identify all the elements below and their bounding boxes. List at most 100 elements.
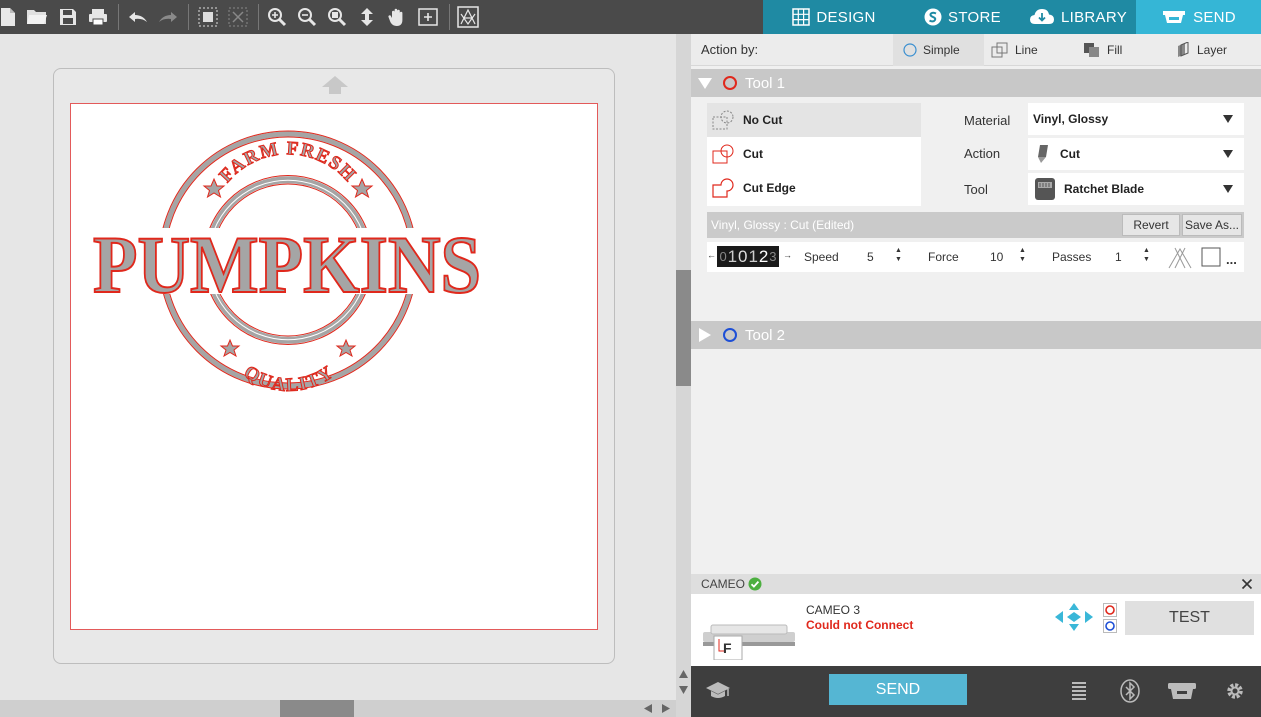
scroll-right-icon[interactable] xyxy=(660,703,672,717)
cutter-machine-icon[interactable] xyxy=(1167,681,1197,704)
zoom-selection-icon[interactable] xyxy=(325,5,349,29)
horizontal-scroll-thumb[interactable] xyxy=(280,700,354,717)
blade-icon xyxy=(1034,144,1052,164)
no-cut-icon xyxy=(711,109,737,131)
bluetooth-icon[interactable] xyxy=(1120,679,1140,706)
tab-design[interactable]: DESIGN xyxy=(763,0,905,34)
move-arrows-icon[interactable] xyxy=(1054,602,1094,632)
store-s-icon xyxy=(924,8,942,26)
redo-icon[interactable] xyxy=(156,5,180,29)
speed-input[interactable]: 5 xyxy=(867,248,897,266)
vertical-scroll-thumb[interactable] xyxy=(676,270,691,386)
scroll-left-icon[interactable] xyxy=(642,703,654,717)
graduation-cap-icon[interactable] xyxy=(705,681,731,704)
design-bottom-text: QUALITY xyxy=(240,362,338,397)
undo-icon[interactable] xyxy=(126,5,150,29)
send-button[interactable]: SEND xyxy=(829,674,967,705)
zoom-out-icon[interactable] xyxy=(295,5,319,29)
passes-stepper-icon[interactable]: ▲ ▼ xyxy=(1143,246,1150,264)
cut-option-cut-label: Cut xyxy=(743,147,763,161)
collapse-triangle-icon[interactable] xyxy=(697,76,713,90)
tool-1-label: Tool 1 xyxy=(745,74,786,92)
layer-mode-icon xyxy=(1175,42,1191,58)
tool-1-header[interactable]: Tool 1 xyxy=(691,69,1261,97)
chevron-down-icon xyxy=(1222,183,1234,197)
print-icon[interactable] xyxy=(86,5,110,29)
track-enhancing-checkbox[interactable] xyxy=(1201,247,1221,270)
settings-gear-icon[interactable] xyxy=(1225,681,1245,704)
check-circle-icon xyxy=(748,577,762,591)
vertical-scrollbar[interactable] xyxy=(676,34,691,717)
tool-dropdown[interactable]: Ratchet Blade xyxy=(1028,173,1244,205)
close-icon[interactable] xyxy=(1241,578,1253,590)
material-dropdown[interactable]: Vinyl, Glossy xyxy=(1028,103,1244,135)
tab-send[interactable]: SEND xyxy=(1136,0,1261,34)
trace-icon[interactable] xyxy=(456,5,480,29)
speed-stepper-icon[interactable]: ▲ ▼ xyxy=(895,246,902,264)
list-view-icon[interactable] xyxy=(1071,681,1087,704)
chevron-down-icon xyxy=(1222,148,1234,162)
save-icon[interactable] xyxy=(56,5,80,29)
cut-settings-row: ← 0 1 0 1 2 3 → Speed 5 ▲ ▼ Force 10 ▲ ▼ P… xyxy=(707,242,1244,272)
pan-hand-icon[interactable] xyxy=(385,5,409,29)
more-settings-button[interactable]: ... xyxy=(1226,252,1237,267)
tool-selector[interactable] xyxy=(1103,603,1117,633)
force-label: Force xyxy=(928,250,959,264)
test-button[interactable]: TEST xyxy=(1125,601,1254,635)
material-label: Material xyxy=(964,113,1011,128)
add-page-icon[interactable] xyxy=(416,5,440,29)
passes-label: Passes xyxy=(1052,250,1092,264)
scroll-down-icon[interactable] xyxy=(678,684,689,699)
toolbar-separator xyxy=(258,4,259,30)
action-layer-label: Layer xyxy=(1197,43,1228,57)
tab-library[interactable]: LIBRARY xyxy=(1020,0,1136,34)
blade-increase-icon[interactable]: → xyxy=(783,250,792,260)
expand-triangle-icon[interactable] xyxy=(697,327,713,343)
toolbar-separator xyxy=(118,4,119,30)
horizontal-scrollbar[interactable] xyxy=(0,700,676,717)
action-fill[interactable]: Fill xyxy=(1083,34,1169,66)
device-status-panel: F CAMEO 3 Could not Connect TEST xyxy=(691,594,1261,666)
toolbar-separator xyxy=(449,4,450,30)
cut-option-no-cut-label: No Cut xyxy=(743,113,783,127)
action-layer[interactable]: Layer xyxy=(1175,34,1261,66)
force-stepper-icon[interactable]: ▲ ▼ xyxy=(1019,246,1026,264)
material-value: Vinyl, Glossy xyxy=(1033,112,1109,126)
tab-library-label: LIBRARY xyxy=(1060,8,1128,26)
pumpkins-design[interactable]: FARM FRESH QUALITY PUMPKINS xyxy=(71,104,599,631)
action-line[interactable]: Line xyxy=(991,34,1077,66)
group-icon[interactable] xyxy=(196,5,220,29)
tab-store[interactable]: STORE xyxy=(905,0,1020,34)
line-segment-overcut-icon[interactable] xyxy=(1167,246,1193,273)
zoom-in-icon[interactable] xyxy=(265,5,289,29)
passes-input[interactable]: 1 xyxy=(1115,248,1145,266)
cut-option-cut-edge-label: Cut Edge xyxy=(743,181,796,195)
action-dropdown[interactable]: Cut xyxy=(1028,138,1244,170)
tab-send-label: SEND xyxy=(1193,8,1236,26)
cut-option-cut[interactable]: Cut xyxy=(707,137,921,171)
tool-2-header[interactable]: Tool 2 xyxy=(691,321,1261,349)
tab-design-label: DESIGN xyxy=(816,8,876,26)
new-file-icon[interactable] xyxy=(0,5,20,29)
cut-option-no-cut[interactable]: No Cut xyxy=(707,103,921,137)
blade-decrease-icon[interactable]: ← xyxy=(707,250,716,260)
top-toolbar: DESIGN STORE LIBRARY SEND xyxy=(0,0,1261,34)
action-simple[interactable]: Simple xyxy=(893,34,984,66)
design-canvas[interactable]: FARM FRESH QUALITY PUMPKINS xyxy=(0,34,676,717)
fit-to-page-icon[interactable] xyxy=(355,5,379,29)
device-header-label: CAMEO xyxy=(701,577,746,591)
cut-edge-icon xyxy=(711,177,737,199)
page-area: FARM FRESH QUALITY PUMPKINS xyxy=(70,103,598,630)
open-folder-icon[interactable] xyxy=(25,5,49,29)
save-as-button[interactable]: Save As... xyxy=(1182,214,1242,236)
tool-2-color-icon xyxy=(723,328,737,342)
revert-button[interactable]: Revert xyxy=(1122,214,1180,236)
force-input[interactable]: 10 xyxy=(990,248,1020,266)
cut-option-cut-edge[interactable]: Cut Edge xyxy=(707,171,921,205)
device-name: CAMEO 3 xyxy=(806,603,861,617)
bottom-bar: SEND xyxy=(691,666,1261,717)
scroll-up-icon[interactable] xyxy=(678,668,689,683)
ungroup-icon[interactable] xyxy=(226,5,250,29)
chevron-down-icon xyxy=(1222,113,1234,127)
blade-depth-dial[interactable]: 0 1 0 1 2 3 xyxy=(717,246,779,267)
